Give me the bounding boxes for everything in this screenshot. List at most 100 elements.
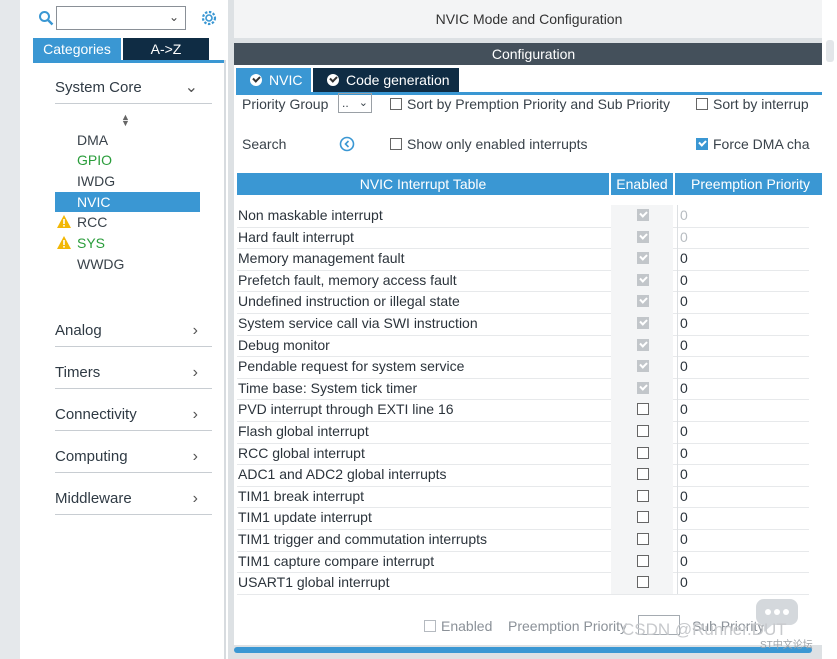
section-computing[interactable]: Computing › — [55, 442, 212, 473]
enabled-checkbox[interactable] — [637, 489, 649, 502]
preemption-priority-value[interactable]: 0 — [677, 334, 688, 357]
tab-code-generation[interactable]: Code generation — [313, 68, 459, 92]
sort-interrupt-checkbox[interactable] — [696, 98, 708, 110]
section-connectivity[interactable]: Connectivity › — [55, 400, 212, 431]
enabled-checkbox[interactable] — [637, 511, 649, 524]
preemption-priority-value[interactable]: 0 — [677, 269, 688, 292]
table-row[interactable]: Memory management fault 0 — [237, 248, 809, 271]
peripheral-rcc[interactable]: RCC — [55, 212, 200, 232]
peripheral-nvic[interactable]: NVIC — [55, 192, 200, 212]
peripheral-search-combo[interactable]: ⌄ — [56, 6, 186, 30]
right-scrollbar[interactable] — [822, 0, 837, 659]
preemption-priority-value[interactable]: 0 — [677, 464, 688, 486]
sort-arrows-icon[interactable]: ▲ ▼ — [121, 113, 130, 128]
table-row[interactable]: ADC1 and ADC2 global interrupts 0 — [237, 464, 809, 487]
tab-nvic[interactable]: NVIC — [236, 68, 311, 92]
enabled-cell — [611, 356, 673, 378]
tab-a-to-z[interactable]: A->Z — [123, 38, 209, 60]
enabled-checkbox[interactable] — [637, 446, 649, 459]
show-enabled-checkbox[interactable] — [390, 138, 402, 150]
table-row[interactable]: Pendable request for system service 0 — [237, 356, 809, 379]
preemption-priority-value[interactable]: 0 — [677, 205, 688, 227]
table-row[interactable]: PVD interrupt through EXTI line 16 0 — [237, 399, 809, 422]
enabled-cell — [611, 377, 673, 400]
preemption-priority-value[interactable]: 0 — [677, 421, 688, 443]
enabled-checkbox[interactable] — [637, 468, 649, 481]
preemption-priority-value[interactable]: 0 — [677, 507, 688, 529]
enabled-checkbox — [637, 360, 649, 373]
enabled-cell — [611, 313, 673, 335]
column-header-enabled[interactable]: Enabled — [611, 173, 673, 195]
section-label: Middleware — [55, 490, 132, 507]
table-row[interactable]: System service call via SWI instruction 0 — [237, 313, 809, 336]
enabled-checkbox — [637, 338, 649, 351]
scrollbar-thumb[interactable] — [826, 40, 834, 62]
preemption-priority-value[interactable]: 0 — [677, 313, 688, 335]
force-dma-label: Force DMA cha — [713, 136, 810, 152]
table-row[interactable]: RCC global interrupt 0 — [237, 442, 809, 466]
tab-categories[interactable]: Categories — [33, 38, 121, 60]
section-system-core[interactable]: System Core ⌄ — [55, 73, 212, 104]
table-row[interactable]: TIM1 break interrupt 0 — [237, 485, 809, 509]
search-previous-icon[interactable] — [339, 136, 355, 152]
enabled-checkbox — [637, 317, 649, 329]
chevron-down-icon[interactable]: ⌄ — [169, 10, 179, 24]
enabled-checkbox[interactable] — [637, 403, 649, 416]
preemption-priority-value[interactable]: 0 — [677, 248, 688, 270]
enabled-checkbox[interactable] — [637, 425, 649, 437]
preemption-priority-value[interactable]: 0 — [677, 226, 688, 249]
sort-premption-checkbox[interactable] — [390, 98, 402, 110]
table-row[interactable]: Non maskable interrupt 0 — [237, 205, 809, 228]
enabled-checkbox[interactable] — [637, 554, 649, 567]
section-label: System Core — [55, 79, 142, 96]
preemption-priority-value[interactable]: 0 — [677, 356, 688, 378]
enabled-checkbox[interactable] — [637, 576, 649, 589]
enabled-checkbox[interactable] — [637, 533, 649, 545]
table-row[interactable]: USART1 global interrupt 0 — [237, 572, 809, 595]
preemption-priority-value[interactable]: 0 — [677, 377, 688, 400]
section-timers[interactable]: Timers › — [55, 358, 212, 389]
preemption-priority-value[interactable]: 0 — [677, 485, 688, 508]
table-row[interactable]: Debug monitor 0 — [237, 334, 809, 358]
search-label: Search — [242, 136, 287, 152]
table-row[interactable]: Time base: System tick timer 0 — [237, 377, 809, 401]
table-row[interactable]: TIM1 capture compare interrupt 0 — [237, 550, 809, 574]
peripheral-wwdg[interactable]: WWDG — [55, 254, 200, 274]
table-row[interactable]: Undefined instruction or illegal state 0 — [237, 291, 809, 314]
table-row[interactable]: Prefetch fault, memory access fault 0 — [237, 269, 809, 293]
section-label: Timers — [55, 364, 101, 381]
peripheral-gpio[interactable]: GPIO — [55, 150, 200, 170]
priority-group-select[interactable]: .. ⌄ — [338, 93, 372, 113]
section-analog[interactable]: Analog › — [55, 316, 212, 347]
peripheral-sys[interactable]: SYS — [55, 233, 200, 253]
table-row[interactable]: TIM1 update interrupt 0 — [237, 507, 809, 530]
section-middleware[interactable]: Middleware › — [55, 484, 212, 515]
footer-enabled-label: Enabled — [441, 618, 493, 634]
table-row[interactable]: Flash global interrupt 0 — [237, 421, 809, 444]
interrupt-name: Prefetch fault, memory access fault — [238, 271, 457, 288]
preemption-priority-value[interactable]: 0 — [677, 291, 688, 313]
tab-label: Code generation — [346, 72, 450, 88]
peripheral-iwdg[interactable]: IWDG — [55, 171, 200, 191]
force-dma-checkbox[interactable] — [696, 138, 708, 150]
enabled-cell — [611, 334, 673, 357]
gear-icon[interactable] — [199, 8, 219, 28]
preemption-priority-value[interactable]: 0 — [677, 442, 688, 465]
search-icon[interactable] — [38, 10, 54, 26]
column-header-name[interactable]: NVIC Interrupt Table — [237, 173, 609, 195]
preemption-priority-value[interactable]: 0 — [677, 572, 688, 594]
interrupt-name: Memory management fault — [238, 250, 405, 267]
preemption-priority-value[interactable]: 0 — [677, 550, 688, 573]
horizontal-scrollbar[interactable] — [234, 647, 812, 653]
table-row[interactable]: TIM1 trigger and commutation interrupts 0 — [237, 529, 809, 552]
column-header-preemption[interactable]: Preemption Priority — [675, 173, 833, 195]
enabled-cell — [611, 442, 673, 465]
chevron-right-icon: › — [192, 406, 198, 423]
warning-icon — [57, 215, 71, 228]
table-row[interactable]: Hard fault interrupt 0 — [237, 226, 809, 250]
footer-enabled-checkbox[interactable] — [424, 620, 436, 632]
preemption-priority-value[interactable]: 0 — [677, 529, 688, 551]
peripheral-dma[interactable]: DMA — [55, 130, 200, 150]
preemption-priority-value[interactable]: 0 — [677, 399, 688, 421]
footer-preempt-label: Preemption Priority — [508, 618, 628, 634]
